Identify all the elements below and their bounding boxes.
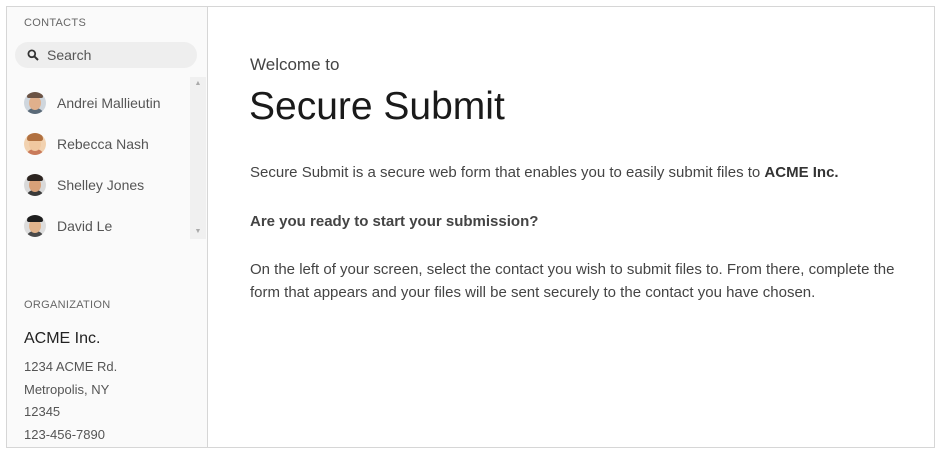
contact-item-david-le[interactable]: David Le [15,210,185,239]
person-avatar-icon [24,174,46,196]
organization-address-line2: Metropolis, NY [24,382,110,397]
contact-name: Rebecca Nash [57,136,149,152]
contact-item-andrei-mallieutin[interactable]: Andrei Mallieutin [15,87,185,119]
intro-paragraph: Secure Submit is a secure web form that … [250,164,839,181]
search-input[interactable]: Search [15,42,197,68]
contact-item-rebecca-nash[interactable]: Rebecca Nash [15,128,185,160]
ready-question: Are you ready to start your submission? [250,213,539,230]
welcome-text: Welcome to [250,55,340,74]
person-avatar-icon [24,215,46,237]
contact-item-shelley-jones[interactable]: Shelley Jones [15,169,185,201]
organization-name: ACME Inc. [24,330,101,347]
app-window: CONTACTS Search Andrei Mallieutin Rebecc… [6,6,935,448]
search-icon [27,49,39,61]
person-avatar-icon [24,92,46,114]
instructions-paragraph: On the left of your screen, select the c… [250,261,895,301]
person-avatar-icon [24,133,46,155]
organization-phone: 123-456-7890 [24,427,105,442]
intro-company-name: ACME Inc. [764,164,839,181]
search-placeholder: Search [47,47,92,63]
intro-text: Secure Submit is a secure web form that … [250,164,765,181]
contact-list-scrollbar[interactable]: ▲ ▼ [190,77,206,239]
main-content: Welcome to Secure Submit Secure Submit i… [208,7,934,447]
chevron-down-icon[interactable]: ▼ [190,225,206,239]
contacts-heading: CONTACTS [24,17,87,29]
contact-list: Andrei Mallieutin Rebecca Nash Shelley J… [7,77,208,239]
contact-name: Shelley Jones [57,177,145,193]
organization-zip: 12345 [24,404,61,419]
organization-heading: ORGANIZATION [24,299,111,311]
page-title: Secure Submit [249,85,505,128]
organization-address-line1: 1234 ACME Rd. [24,359,118,374]
chevron-up-icon[interactable]: ▲ [190,77,206,91]
contact-name: David Le [57,218,113,234]
sidebar: CONTACTS Search Andrei Mallieutin Rebecc… [7,7,208,447]
contact-name: Andrei Mallieutin [57,95,161,111]
